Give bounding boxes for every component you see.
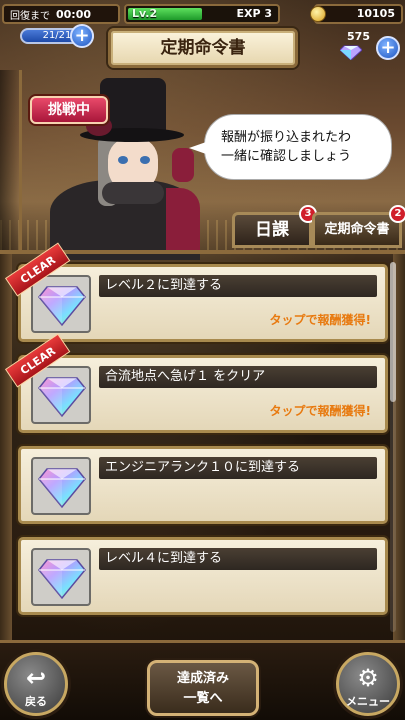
tab-daily[interactable]: 日課 3 <box>232 205 317 248</box>
character-eye <box>118 156 128 164</box>
scrollbar-thumb[interactable] <box>390 262 396 402</box>
gem-icon <box>340 45 362 60</box>
add-gems-button[interactable]: + <box>376 36 400 60</box>
reward-gem-frame <box>31 366 91 424</box>
menu-label: メニュー <box>346 695 390 708</box>
mission-card[interactable]: レベル４に到達する <box>18 537 388 615</box>
character-cape-lining <box>166 188 200 250</box>
mission-card[interactable]: 合流地点へ急げ１ をクリア タップで報酬獲得! CLEAR <box>4 333 388 433</box>
menu-button[interactable]: ⚙ メニュー <box>336 652 400 716</box>
reward-gem-frame <box>31 548 91 606</box>
rainbow-crystal-icon <box>38 377 86 418</box>
challenge-status-badge: 挑戦中 <box>30 96 108 124</box>
character-collar <box>102 182 164 204</box>
gem-counter: 575 <box>347 30 370 43</box>
mission-name: エンジニアランク１０に到達する <box>99 457 377 479</box>
speech-line-2: 一緒に確認しましょう <box>221 149 352 164</box>
tab-daily-label: 日課 <box>255 220 289 240</box>
level-exp-bar: Lv.2 EXP 3 <box>124 4 280 24</box>
tap-reward-text: タップで報酬獲得! <box>269 313 371 327</box>
add-stamina-button[interactable]: + <box>70 24 94 48</box>
coin-counter: 10105 <box>314 4 403 24</box>
mission-card[interactable]: エンジニアランク１０に到達する <box>18 446 388 524</box>
exp-label: EXP 3 <box>236 7 272 20</box>
tab-periodic-orders[interactable]: 定期命令書 2 <box>312 205 405 248</box>
tab-periodic-badge: 2 <box>389 205 405 223</box>
back-button[interactable]: ↩ 戻る <box>4 652 68 716</box>
reward-gem-frame <box>31 457 91 515</box>
page-title: 定期命令書 <box>108 28 298 68</box>
top-status-bar: 回復まで 00:00 21/21 + Lv.2 EXP 3 10105 575 … <box>0 0 405 72</box>
rainbow-crystal-icon <box>38 559 86 600</box>
back-arrow-icon: ↩ <box>25 664 47 692</box>
recovery-time: 00:00 <box>56 7 92 21</box>
mission-name: レベル４に到達する <box>99 548 377 570</box>
gear-icon: ⚙ <box>357 664 379 692</box>
frame-ornament <box>0 70 22 250</box>
achieved-line-1: 達成済み <box>176 671 229 686</box>
rainbow-crystal-icon <box>38 286 86 327</box>
level-label: Lv.2 <box>132 7 158 20</box>
coin-icon <box>310 6 326 22</box>
recovery-timer: 回復まで 00:00 <box>2 4 120 24</box>
mission-name: 合流地点へ急げ１ をクリア <box>99 366 377 388</box>
achieved-list-button[interactable]: 達成済み 一覧へ <box>147 660 259 716</box>
speech-bubble: 報酬が振り込まれたわ 一緒に確認しましょう <box>189 114 392 180</box>
character-eye <box>140 156 150 164</box>
recovery-label: 回復まで <box>10 10 50 22</box>
tap-reward-text: タップで報酬獲得! <box>269 404 371 418</box>
mission-name: レベル２に到達する <box>99 275 377 297</box>
list-frame-left <box>0 254 12 640</box>
list-scrollbar[interactable] <box>390 262 396 632</box>
back-label: 戻る <box>25 695 47 708</box>
tab-periodic-label: 定期命令書 <box>324 222 390 237</box>
mission-card[interactable]: レベル２に到達する タップで報酬獲得! CLEAR <box>4 242 388 342</box>
reward-gem-frame <box>31 275 91 333</box>
achieved-line-2: 一覧へ <box>183 691 223 706</box>
rainbow-crystal-icon <box>38 468 86 509</box>
speech-line-1: 報酬が振り込まれたわ <box>221 130 352 145</box>
